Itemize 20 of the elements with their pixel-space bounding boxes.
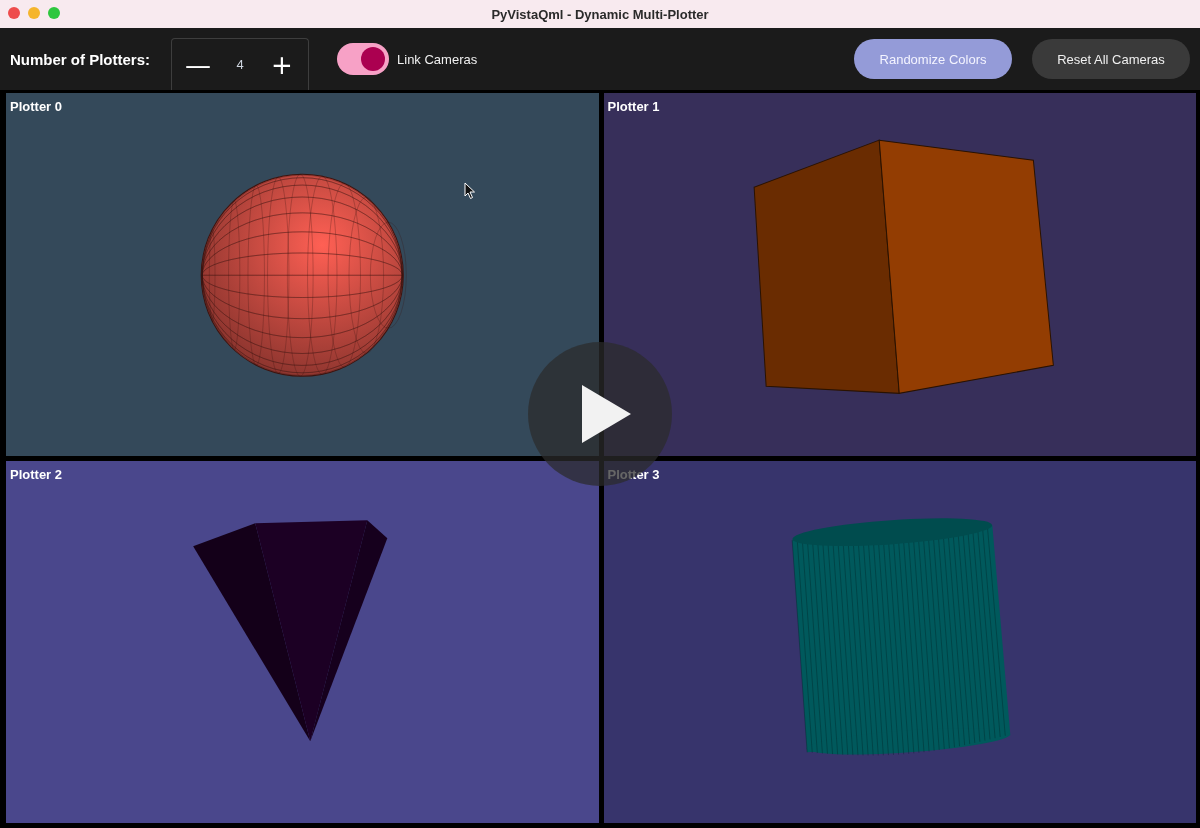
decrement-button[interactable]: —: [178, 44, 218, 85]
increment-button[interactable]: +: [262, 44, 302, 85]
plotter-viewport[interactable]: Plotter 1: [603, 93, 1196, 456]
close-button[interactable]: [8, 7, 20, 19]
reset-cameras-button[interactable]: Reset All Cameras: [1032, 39, 1190, 79]
zoom-button[interactable]: [48, 7, 60, 19]
plotter-viewport[interactable]: Plotter 3: [603, 460, 1196, 823]
window-title: PyVistaQml - Dynamic Multi-Plotter: [491, 6, 709, 22]
plotter-count-value: 4: [236, 57, 244, 72]
mouse-pointer-icon: [464, 182, 476, 200]
plotter-title: Plotter 2: [10, 466, 62, 482]
plotter-viewport[interactable]: Plotter 0: [6, 93, 599, 456]
plotter-title: Plotter 0: [10, 99, 62, 114]
link-cameras-label: Link Cameras: [397, 51, 478, 67]
plotter-title: Plotter 1: [607, 99, 660, 114]
play-icon[interactable]: [527, 341, 673, 487]
link-cameras-switch[interactable]: [337, 43, 389, 75]
plotter-viewport[interactable]: Plotter 2: [6, 460, 599, 823]
plotter-count-label: Number of Plotters:: [10, 50, 150, 68]
plotter-title: Plotter 3: [607, 466, 660, 482]
